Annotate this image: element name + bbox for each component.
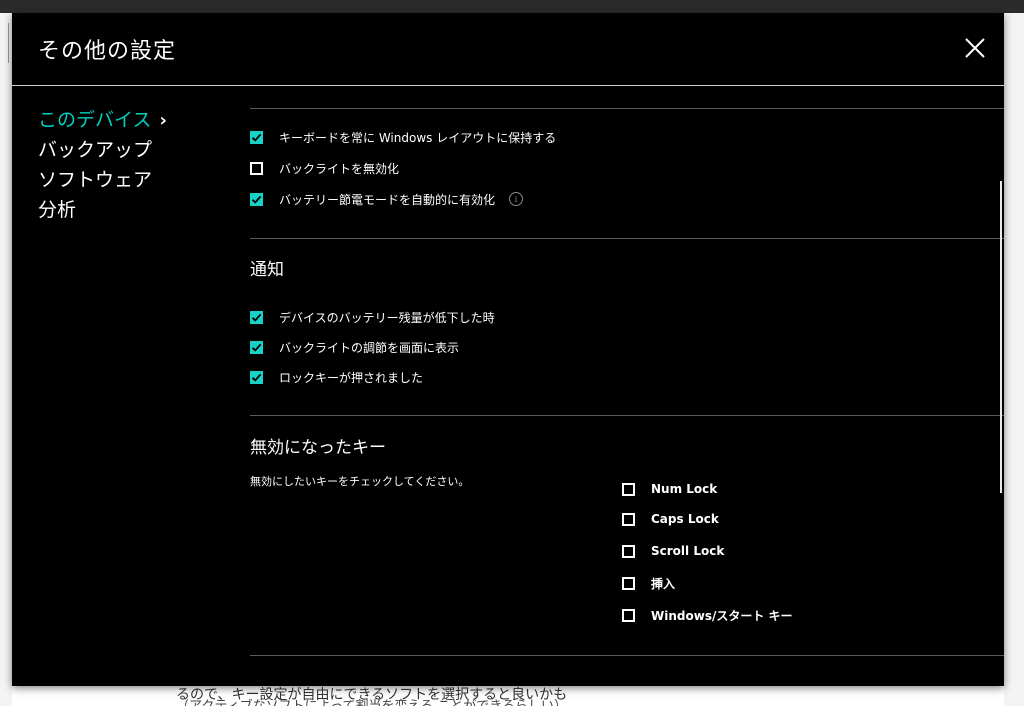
sidebar-item-analytics[interactable]: 分析 (38, 195, 238, 225)
option-low-battery-notify[interactable]: デバイスのバッテリー残量が低下した時 (250, 307, 495, 327)
sidebar-item-software[interactable]: ソフトウェア (38, 165, 238, 195)
checkbox[interactable] (622, 608, 635, 622)
key-label: Windows/スタート キー (651, 608, 793, 623)
section-divider (250, 415, 1004, 416)
key-windows-start[interactable]: Windows/スタート キー (622, 605, 793, 625)
section-title-notifications: 通知 (250, 260, 284, 280)
option-label: デバイスのバッテリー残量が低下した時 (279, 310, 495, 325)
close-button[interactable] (960, 33, 990, 63)
settings-dialog: その他の設定 このデバイス › バックアップ ソフトウェア 分析 キーボードを常に… (12, 13, 1004, 686)
checkbox[interactable] (250, 192, 263, 206)
browser-top-bar (0, 0, 1024, 13)
checkbox[interactable] (250, 340, 263, 354)
key-insert[interactable]: 挿入 (622, 573, 675, 593)
option-label: ロックキーが押されました (279, 370, 424, 385)
option-keep-windows-layout[interactable]: キーボードを常に Windows レイアウトに保持する (250, 127, 556, 147)
checkbox[interactable] (250, 130, 263, 144)
background-text: （アクティブなソフトによって割当を変える ことができるらしい） (176, 694, 776, 706)
option-label: バックライトの調節を画面に表示 (279, 340, 460, 355)
background-divider (8, 23, 9, 63)
checkbox[interactable] (250, 161, 263, 175)
option-disable-backlight[interactable]: バックライトを無効化 (250, 158, 399, 178)
checkbox[interactable] (622, 576, 635, 590)
checkmark-icon (251, 313, 262, 322)
sidebar-item-backup[interactable]: バックアップ (38, 135, 238, 165)
option-label: キーボードを常に Windows レイアウトに保持する (279, 130, 557, 145)
section-divider (250, 108, 1004, 109)
close-icon (965, 38, 985, 58)
key-num-lock[interactable]: Num Lock (622, 479, 717, 499)
option-battery-saver[interactable]: バッテリー節電モードを自動的に有効化 i (250, 189, 524, 209)
checkmark-icon (251, 195, 262, 204)
background-page-left (0, 13, 12, 706)
checkmark-icon (251, 373, 262, 382)
sidebar-item-label: このデバイス (38, 109, 152, 131)
dialog-header: その他の設定 (12, 13, 1004, 86)
key-scroll-lock[interactable]: Scroll Lock (622, 541, 724, 561)
section-title-disabled-keys: 無効になったキー (250, 438, 386, 458)
checkbox[interactable] (622, 512, 635, 526)
key-label: 挿入 (651, 576, 676, 591)
option-label: バッテリー節電モードを自動的に有効化 (279, 192, 496, 207)
option-label: バックライトを無効化 (279, 161, 400, 176)
checkmark-icon (251, 133, 262, 142)
sidebar-item-this-device[interactable]: このデバイス › (38, 105, 238, 135)
checkbox[interactable] (250, 310, 263, 324)
option-backlight-onscreen[interactable]: バックライトの調節を画面に表示 (250, 337, 459, 357)
content-scrollbar[interactable] (1000, 181, 1002, 493)
checkbox[interactable] (250, 370, 263, 384)
disabled-keys-hint: 無効にしたいキーをチェックしてください。 (250, 475, 470, 488)
section-divider (250, 655, 1004, 656)
key-label: Scroll Lock (651, 544, 725, 558)
key-label: Num Lock (651, 482, 718, 496)
info-icon[interactable]: i (509, 192, 524, 206)
dialog-title: その他の設定 (38, 39, 177, 64)
chevron-right-icon: › (159, 110, 167, 131)
section-divider (250, 238, 1004, 239)
checkbox[interactable] (622, 482, 635, 496)
key-caps-lock[interactable]: Caps Lock (622, 509, 719, 529)
checkmark-icon (251, 343, 262, 352)
settings-content: キーボードを常に Windows レイアウトに保持する バックライトを無効化 バ… (250, 85, 1004, 686)
checkbox[interactable] (622, 544, 635, 558)
option-lock-key-notify[interactable]: ロックキーが押されました (250, 367, 423, 387)
background-page-right (1004, 13, 1024, 706)
key-label: Caps Lock (651, 512, 719, 526)
sidebar-nav: このデバイス › バックアップ ソフトウェア 分析 (38, 105, 238, 225)
